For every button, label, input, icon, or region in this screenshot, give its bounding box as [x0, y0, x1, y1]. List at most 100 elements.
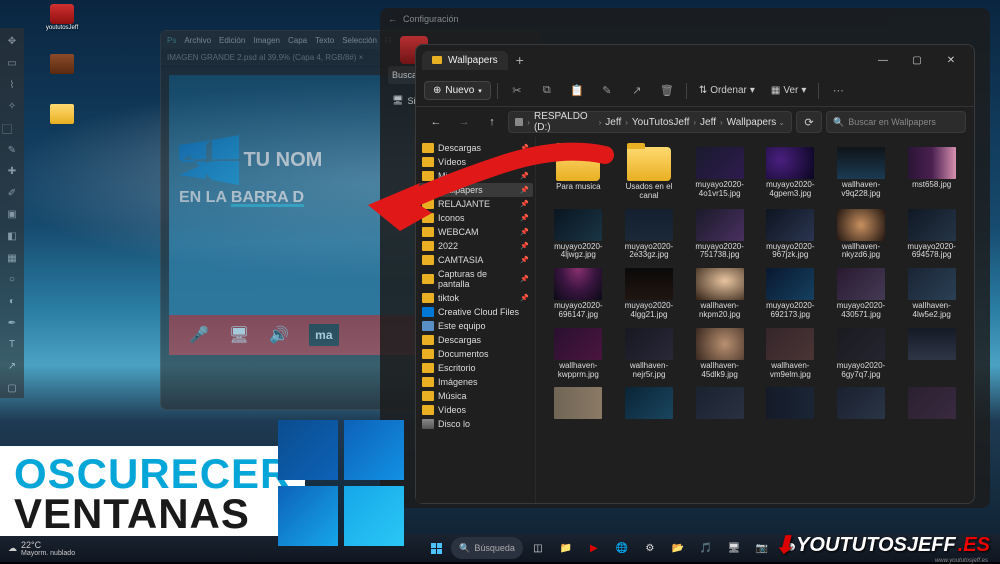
refresh-button[interactable]: ⟳: [796, 111, 822, 133]
nav-item-disco-lo[interactable]: Disco lo: [418, 417, 533, 431]
maximize-button[interactable]: ▢: [900, 48, 934, 72]
image-file-item[interactable]: wallhaven-kwpprm.jpg: [544, 326, 613, 382]
sort-button[interactable]: ⇅ Ordenar ▾: [693, 85, 761, 96]
image-file-item[interactable]: [827, 385, 896, 423]
cut-button[interactable]: ✂: [504, 79, 530, 103]
taskview-button[interactable]: ◫: [525, 537, 551, 559]
back-icon[interactable]: ←: [388, 14, 397, 24]
ps-tool-lasso[interactable]: ⌇: [2, 75, 22, 95]
taskbar-app[interactable]: 📂: [665, 537, 691, 559]
more-button[interactable]: ⋯: [825, 79, 851, 103]
image-file-item[interactable]: [897, 326, 966, 382]
ps-document-tab[interactable]: IMAGEN GRANDE 2.psd al 39,9% (Capa 4, RG…: [167, 53, 363, 62]
image-file-item[interactable]: [756, 385, 825, 423]
ps-tool-path[interactable]: ↗: [2, 357, 22, 377]
taskbar-app[interactable]: 📁: [553, 537, 579, 559]
desktop-icon[interactable]: yoututosJeff: [46, 4, 78, 40]
back-button[interactable]: ←: [424, 111, 448, 133]
nav-item-wallpapers[interactable]: Wallpapers📌: [418, 183, 533, 197]
image-file-item[interactable]: [685, 385, 754, 423]
ps-tool-wand[interactable]: ✧: [2, 97, 22, 117]
taskbar-app[interactable]: 🌐: [609, 537, 635, 559]
nav-item-música[interactable]: Música: [418, 389, 533, 403]
new-tab-button[interactable]: +: [508, 52, 532, 68]
new-button[interactable]: ⊕Nuevo▾: [424, 81, 491, 100]
nav-item-camtasia[interactable]: CAMTASIA📌: [418, 253, 533, 267]
ps-menu[interactable]: Imagen: [253, 36, 280, 45]
ps-tool-crop[interactable]: ⃞: [2, 119, 22, 139]
image-file-item[interactable]: muyayo2020-751738.jpg: [685, 207, 754, 263]
nav-item-documentos[interactable]: Documentos: [418, 347, 533, 361]
ps-menu[interactable]: Capa: [288, 36, 307, 45]
taskbar-app[interactable]: ⚙: [637, 537, 663, 559]
forward-button[interactable]: →: [452, 111, 476, 133]
nav-item-iconos[interactable]: Iconos📌: [418, 211, 533, 225]
chevron-down-icon[interactable]: ⌄: [778, 118, 785, 127]
breadcrumb-path[interactable]: › RESPALDO (D:)› Jeff› YouTutosJeff› Jef…: [508, 111, 792, 133]
nav-item-2022[interactable]: 2022📌: [418, 239, 533, 253]
ps-tool-brush[interactable]: ✐: [2, 183, 22, 203]
nav-item-este-equipo[interactable]: Este equipo: [418, 319, 533, 333]
image-file-item[interactable]: [897, 385, 966, 423]
nav-item-miniaturas[interactable]: Miniaturas📌: [418, 169, 533, 183]
taskbar-app[interactable]: ▶: [581, 537, 607, 559]
image-file-item[interactable]: muyayo2020-4o1vr15.jpg: [685, 145, 754, 203]
nav-item-tiktok[interactable]: tiktok📌: [418, 291, 533, 305]
image-file-item[interactable]: muyayo2020-6gy7q7.jpg: [827, 326, 896, 382]
nav-item-descargas[interactable]: Descargas: [418, 333, 533, 347]
start-button[interactable]: [423, 537, 449, 559]
minimize-button[interactable]: —: [866, 48, 900, 72]
image-file-item[interactable]: wallhaven-v9q228.jpg: [827, 145, 896, 203]
image-file-item[interactable]: muyayo2020-696147.jpg: [544, 266, 613, 322]
ps-tool-pen[interactable]: ✒: [2, 313, 22, 333]
taskbar-search[interactable]: 🔍Búsqueda: [451, 537, 523, 559]
nav-item-capturas-de-pantalla[interactable]: Capturas de pantalla📌: [418, 267, 533, 291]
copy-button[interactable]: ⧉: [534, 79, 560, 103]
taskbar-app[interactable]: 📷: [749, 537, 775, 559]
image-file-item[interactable]: muyayo2020-4ljwgz.jpg: [544, 207, 613, 263]
ps-tool-move[interactable]: ✥: [2, 32, 22, 52]
ps-tool-text[interactable]: T: [2, 335, 22, 355]
image-file-item[interactable]: muyayo2020-694578.jpg: [897, 207, 966, 263]
folder-item[interactable]: Usados en el canal: [615, 145, 684, 203]
ps-tool-eyedrop[interactable]: ✎: [2, 140, 22, 160]
nav-item-creative-cloud-files[interactable]: Creative Cloud Files: [418, 305, 533, 319]
ps-menu[interactable]: Archivo: [184, 36, 211, 45]
nav-item-descargas[interactable]: Descargas📌: [418, 141, 533, 155]
search-input[interactable]: 🔍 Buscar en Wallpapers: [826, 111, 966, 133]
ps-tool-blur[interactable]: ○: [2, 270, 22, 290]
nav-item-escritorio[interactable]: Escritorio: [418, 361, 533, 375]
taskbar-weather[interactable]: ☁ 22°C Mayorm. nublado: [0, 540, 83, 557]
image-file-item[interactable]: mst658.jpg: [897, 145, 966, 203]
image-file-item[interactable]: muyayo2020-692173.jpg: [756, 266, 825, 322]
ps-tool-shape[interactable]: ▢: [2, 378, 22, 398]
image-file-item[interactable]: wallhaven-4lw5e2.jpg: [897, 266, 966, 322]
taskbar-app[interactable]: 🎵: [693, 537, 719, 559]
image-file-item[interactable]: wallhaven-nejr5r.jpg: [615, 326, 684, 382]
image-file-item[interactable]: [544, 385, 613, 423]
explorer-tab[interactable]: Wallpapers: [422, 51, 508, 70]
ps-tool-stamp[interactable]: ▣: [2, 205, 22, 225]
ps-tool-marquee[interactable]: ▭: [2, 54, 22, 74]
up-button[interactable]: ↑: [480, 111, 504, 133]
close-button[interactable]: ✕: [934, 48, 968, 72]
ps-tool-gradient[interactable]: ▦: [2, 248, 22, 268]
image-file-item[interactable]: [615, 385, 684, 423]
image-file-item[interactable]: muyayo2020-2e33gz.jpg: [615, 207, 684, 263]
ps-menu[interactable]: Texto: [315, 36, 334, 45]
nav-item-webcam[interactable]: WEBCAM📌: [418, 225, 533, 239]
nav-item-vídeos[interactable]: Vídeos: [418, 403, 533, 417]
nav-item-imágenes[interactable]: Imágenes: [418, 375, 533, 389]
image-file-item[interactable]: muyayo2020-430571.jpg: [827, 266, 896, 322]
image-file-item[interactable]: muyayo2020-4gpem3.jpg: [756, 145, 825, 203]
folder-item[interactable]: Para musica: [544, 145, 613, 203]
view-button[interactable]: ▦ Ver ▾: [765, 85, 813, 96]
ps-menu[interactable]: Edición: [219, 36, 245, 45]
ps-tool-heal[interactable]: ✚: [2, 162, 22, 182]
taskbar-app[interactable]: 🖥: [721, 537, 747, 559]
image-file-item[interactable]: wallhaven-45dlk9.jpg: [685, 326, 754, 382]
nav-item-relajante[interactable]: RELAJANTE📌: [418, 197, 533, 211]
ps-tool-eraser[interactable]: ◧: [2, 227, 22, 247]
desktop-icon[interactable]: [46, 54, 78, 90]
image-file-item[interactable]: muyayo2020-967jzk.jpg: [756, 207, 825, 263]
